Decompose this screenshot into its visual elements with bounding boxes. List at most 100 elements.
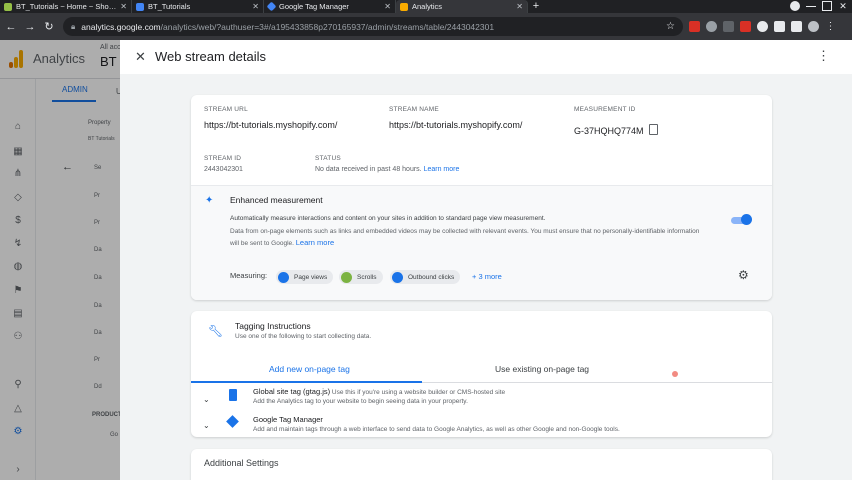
- tab-add-new-tag[interactable]: Add new on-page tag: [269, 364, 350, 374]
- url-path: /analytics/web/?authuser=3#/a195433858p2…: [160, 21, 495, 32]
- chip-label: Page views: [294, 273, 328, 281]
- back-icon[interactable]: ←: [3, 21, 19, 33]
- status-text: No data received in past 48 hours. Learn…: [315, 166, 459, 173]
- shopify-favicon-icon: [4, 2, 12, 11]
- gtag-row-sub: Add the Analytics tag to your website to…: [253, 398, 468, 405]
- tagging-instructions-card: 🔧︎ Tagging Instructions Use one of the f…: [191, 311, 772, 437]
- chip-label: Scrolls: [357, 273, 377, 281]
- panel-title: Web stream details: [155, 49, 267, 64]
- media-icon[interactable]: [791, 21, 802, 32]
- gtm-row-title: Google Tag Manager: [253, 415, 323, 424]
- stream-id-label: STREAM ID: [204, 155, 242, 162]
- measurement-id: G-37HQHQ774M: [574, 126, 644, 136]
- measurement-id-label: MEASUREMENT ID: [574, 106, 636, 113]
- stream-url: https://bt-tutorials.myshopify.com/: [204, 120, 338, 130]
- profile-down-icon[interactable]: [790, 1, 800, 11]
- panel-header: ✕ Web stream details ⋮: [120, 40, 852, 74]
- address-bar[interactable]: 🔒︎ analytics.google.com /analytics/web/?…: [63, 17, 683, 36]
- status-message: No data received in past 48 hours.: [315, 166, 422, 173]
- gtag-title-suffix: Use this if you're using a website build…: [330, 389, 506, 396]
- stream-name-label: STREAM NAME: [389, 106, 439, 113]
- tab-use-existing-tag[interactable]: Use existing on-page tag: [495, 364, 589, 374]
- close-tab-icon[interactable]: ✕: [120, 2, 127, 11]
- browser-tab[interactable]: BT_Tutorials ✕: [132, 0, 264, 13]
- extension-icon[interactable]: [740, 21, 751, 32]
- minimize-icon[interactable]: [806, 1, 816, 7]
- stream-url-label: STREAM URL: [204, 106, 248, 113]
- close-icon[interactable]: ✕: [135, 49, 146, 65]
- sparkle-icon: ✦: [205, 195, 214, 206]
- eye-icon: [278, 271, 289, 283]
- cursor-click-indicator: [672, 371, 678, 377]
- gtm-row-sub: Add and maintain tags through a web inte…: [253, 426, 620, 433]
- gtag-row-title: Global site tag (gtag.js) Use this if yo…: [253, 387, 505, 396]
- extension-icon[interactable]: [723, 21, 734, 32]
- extension-icon[interactable]: [706, 21, 717, 32]
- avatar[interactable]: [808, 21, 819, 32]
- web-stream-details-panel: ✕ Web stream details ⋮ STREAM URL https:…: [120, 40, 852, 480]
- url-host: analytics.google.com: [81, 21, 161, 32]
- tag-option-row[interactable]: ⌄ Google Tag Manager Add and maintain ta…: [191, 413, 772, 441]
- wrench-icon: 🔧︎: [208, 324, 224, 338]
- copy-icon[interactable]: [649, 124, 658, 135]
- browser-tab-title: Analytics: [412, 2, 443, 11]
- reload-icon[interactable]: ↻: [41, 20, 57, 33]
- close-tab-icon[interactable]: ✕: [516, 2, 523, 11]
- browser-tab[interactable]: BT_Tutorials ~ Home ~ Shopify ✕: [0, 0, 132, 13]
- status-label: STATUS: [315, 155, 341, 162]
- chip-outbound-clicks: Outbound clicks: [390, 270, 461, 284]
- tag-manager-favicon-icon: [266, 1, 277, 12]
- browser-tab[interactable]: Google Tag Manager ✕: [264, 0, 396, 13]
- browser-tab-active[interactable]: Analytics ✕: [396, 0, 528, 13]
- stream-info-card: STREAM URL https://bt-tutorials.myshopif…: [191, 95, 772, 300]
- close-tab-icon[interactable]: ✕: [252, 2, 259, 11]
- browser-tab-title: Google Tag Manager: [279, 2, 349, 11]
- browser-tab-title: BT_Tutorials ~ Home ~ Shopify: [16, 2, 118, 11]
- browser-tab-strip: BT_Tutorials ~ Home ~ Shopify ✕ BT_Tutor…: [0, 0, 852, 13]
- enhanced-measurement-desc: Data from on-page elements such as links…: [230, 226, 710, 249]
- status-learn-more-link[interactable]: Learn more: [424, 166, 460, 173]
- analytics-favicon-icon: [400, 2, 408, 11]
- more-measurements-link[interactable]: + 3 more: [472, 272, 502, 281]
- additional-settings-title: Additional Settings: [204, 458, 279, 468]
- puzzle-extensions-icon[interactable]: [774, 21, 785, 32]
- chip-label: Outbound clicks: [408, 273, 455, 281]
- bookmark-star-icon[interactable]: ☆: [666, 21, 675, 32]
- tagging-title: Tagging Instructions: [235, 321, 311, 331]
- gtag-title: Global site tag (gtag.js): [253, 387, 331, 396]
- stream-name: https://bt-tutorials.myshopify.com/: [389, 120, 523, 130]
- browser-toolbar: ← → ↻ 🔒︎ analytics.google.com /analytics…: [0, 13, 852, 40]
- chevron-down-icon[interactable]: ⌄: [203, 395, 210, 404]
- enhanced-learn-more-link[interactable]: Learn more: [296, 238, 334, 247]
- active-tab-underline: [191, 381, 422, 383]
- chevron-down-icon[interactable]: ⌄: [203, 421, 210, 430]
- site-favicon-icon: [136, 2, 144, 11]
- extension-icon[interactable]: [689, 21, 700, 32]
- chrome-menu-icon[interactable]: ⋮: [825, 21, 836, 32]
- tag-option-row[interactable]: ⌄ Global site tag (gtag.js) Use this if …: [191, 385, 772, 413]
- code-file-icon: [229, 389, 237, 401]
- window-controls: ✕: [790, 1, 848, 11]
- browser-tab-title: BT_Tutorials: [148, 2, 191, 11]
- scroll-icon: [341, 271, 352, 283]
- more-options-icon[interactable]: ⋮: [817, 48, 830, 64]
- close-window-icon[interactable]: ✕: [838, 1, 848, 11]
- chip-scrolls: Scrolls: [339, 270, 383, 284]
- maximize-icon[interactable]: [822, 1, 832, 11]
- lock-icon[interactable]: 🔒︎: [71, 22, 75, 32]
- tagging-subtitle: Use one of the following to start collec…: [235, 333, 372, 340]
- tagging-tabs: Add new on-page tag Use existing on-page…: [191, 356, 772, 383]
- tag-manager-icon: [226, 415, 239, 428]
- forward-icon[interactable]: →: [22, 21, 38, 33]
- chip-page-views: Page views: [276, 270, 334, 284]
- additional-settings-card[interactable]: Additional Settings: [191, 449, 772, 480]
- new-tab-button[interactable]: +: [528, 0, 544, 13]
- extension-icon[interactable]: [757, 21, 768, 32]
- outbound-click-icon: [392, 271, 403, 283]
- measuring-label: Measuring:: [230, 271, 268, 280]
- toggle-knob[interactable]: [741, 214, 752, 225]
- stream-id: 2443042301: [204, 166, 243, 173]
- enhanced-measurement-title: Enhanced measurement: [230, 195, 323, 205]
- settings-gear-icon[interactable]: ⚙: [738, 268, 749, 282]
- close-tab-icon[interactable]: ✕: [384, 2, 391, 11]
